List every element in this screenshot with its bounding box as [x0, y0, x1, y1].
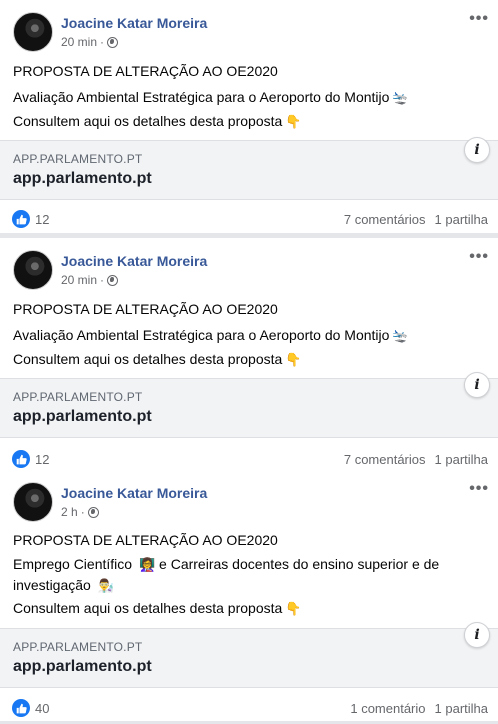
like-count[interactable]: 12 [35, 212, 49, 227]
link-domain: APP.PARLAMENTO.PT [13, 152, 143, 166]
link-preview-card[interactable]: APP.PARLAMENTO.PT app.parlamento.pt i [0, 137, 498, 200]
link-preview-card[interactable]: APP.PARLAMENTO.PT app.parlamento.pt i [0, 622, 498, 688]
timestamp[interactable]: 20 min [61, 273, 97, 287]
timestamp[interactable]: 2 h [61, 505, 78, 519]
link-preview-card[interactable]: APP.PARLAMENTO.PT app.parlamento.pt i [0, 372, 498, 438]
like-icon[interactable] [12, 210, 30, 228]
pointing-down-icon: 👇 [285, 601, 302, 616]
post-text: Emprego Científico [13, 556, 133, 572]
globe-icon [107, 274, 119, 286]
comment-share-stats: 1 comentário 1 partilha [350, 701, 488, 716]
post-headline: PROPOSTA DE ALTERAÇÃO AO OE2020 [13, 63, 278, 79]
engagement-bar: 12 7 comentários 1 partilha [0, 203, 498, 235]
like-icon[interactable] [12, 450, 30, 468]
post-text-line: Consultem aqui os detalhes desta propost… [13, 113, 301, 130]
post-text: Consultem aqui os detalhes desta propost… [13, 113, 283, 129]
pointing-down-icon: 👇 [285, 114, 302, 129]
author-name[interactable]: Joacine Katar Moreira [61, 253, 207, 269]
link-title: app.parlamento.pt [13, 408, 152, 425]
post-text: Avaliação Ambiental Estratégica para o A… [13, 327, 390, 343]
like-icon[interactable] [12, 699, 30, 717]
comment-share-stats: 7 comentários 1 partilha [344, 452, 488, 467]
engagement-bar: 12 7 comentários 1 partilha [0, 443, 498, 475]
post-meta: 2 h · [61, 505, 99, 519]
separator: · [100, 273, 105, 287]
timestamp[interactable]: 20 min [61, 35, 97, 49]
link-title: app.parlamento.pt [13, 170, 152, 187]
comment-share-stats: 7 comentários 1 partilha [344, 212, 488, 227]
post-text-line: Avaliação Ambiental Estratégica para o A… [13, 327, 409, 344]
post-2: Joacine Katar Moreira 20 min · ••• PROPO… [0, 238, 498, 474]
pointing-down-icon: 👇 [285, 352, 302, 367]
share-count[interactable]: 1 partilha [435, 701, 488, 716]
post-text: Avaliação Ambiental Estratégica para o A… [13, 89, 390, 105]
post-text-line: Consultem aqui os detalhes desta propost… [13, 351, 301, 368]
scientist-icon: 👨‍🔬 [97, 578, 114, 593]
engagement-bar: 40 1 comentário 1 partilha [0, 692, 498, 724]
avatar[interactable] [13, 12, 53, 52]
separator: · [80, 505, 85, 519]
post-text: Consultem aqui os detalhes desta propost… [13, 351, 283, 367]
link-title: app.parlamento.pt [13, 658, 152, 675]
post-text-line: Avaliação Ambiental Estratégica para o A… [13, 89, 409, 106]
link-domain: APP.PARLAMENTO.PT [13, 390, 143, 404]
post-headline: PROPOSTA DE ALTERAÇÃO AO OE2020 [13, 301, 278, 317]
avatar[interactable] [13, 482, 53, 522]
airplane-arrival-icon: 🛬 [392, 90, 409, 105]
author-name[interactable]: Joacine Katar Moreira [61, 485, 207, 501]
post-text: Consultem aqui os detalhes desta propost… [13, 600, 283, 616]
post-3: Joacine Katar Moreira 2 h · ••• PROPOSTA… [0, 474, 498, 721]
post-meta: 20 min · [61, 273, 119, 287]
info-icon[interactable]: i [464, 622, 490, 648]
info-icon[interactable]: i [464, 372, 490, 398]
post-1: Joacine Katar Moreira 20 min · ••• PROPO… [0, 0, 498, 233]
comment-count[interactable]: 7 comentários [344, 212, 426, 227]
teacher-icon: 👩‍🏫 [138, 557, 156, 572]
post-text-line: Emprego Científico 👩‍🏫 e Carreiras docen… [13, 554, 473, 596]
post-headline: PROPOSTA DE ALTERAÇÃO AO OE2020 [13, 532, 278, 548]
share-count[interactable]: 1 partilha [435, 452, 488, 467]
post-text-line: Consultem aqui os detalhes desta propost… [13, 600, 301, 617]
link-domain: APP.PARLAMENTO.PT [13, 640, 143, 654]
like-count[interactable]: 40 [35, 701, 49, 716]
post-meta: 20 min · [61, 35, 119, 49]
avatar[interactable] [13, 250, 53, 290]
separator: · [100, 35, 105, 49]
author-name[interactable]: Joacine Katar Moreira [61, 15, 207, 31]
more-options-icon[interactable]: ••• [469, 480, 489, 498]
share-count[interactable]: 1 partilha [435, 212, 488, 227]
comment-count[interactable]: 1 comentário [350, 701, 425, 716]
globe-icon [107, 36, 119, 48]
comment-count[interactable]: 7 comentários [344, 452, 426, 467]
more-options-icon[interactable]: ••• [469, 248, 489, 266]
globe-icon [87, 506, 99, 518]
more-options-icon[interactable]: ••• [469, 10, 489, 28]
info-icon[interactable]: i [464, 137, 490, 163]
like-count[interactable]: 12 [35, 452, 49, 467]
airplane-arrival-icon: 🛬 [392, 328, 409, 343]
